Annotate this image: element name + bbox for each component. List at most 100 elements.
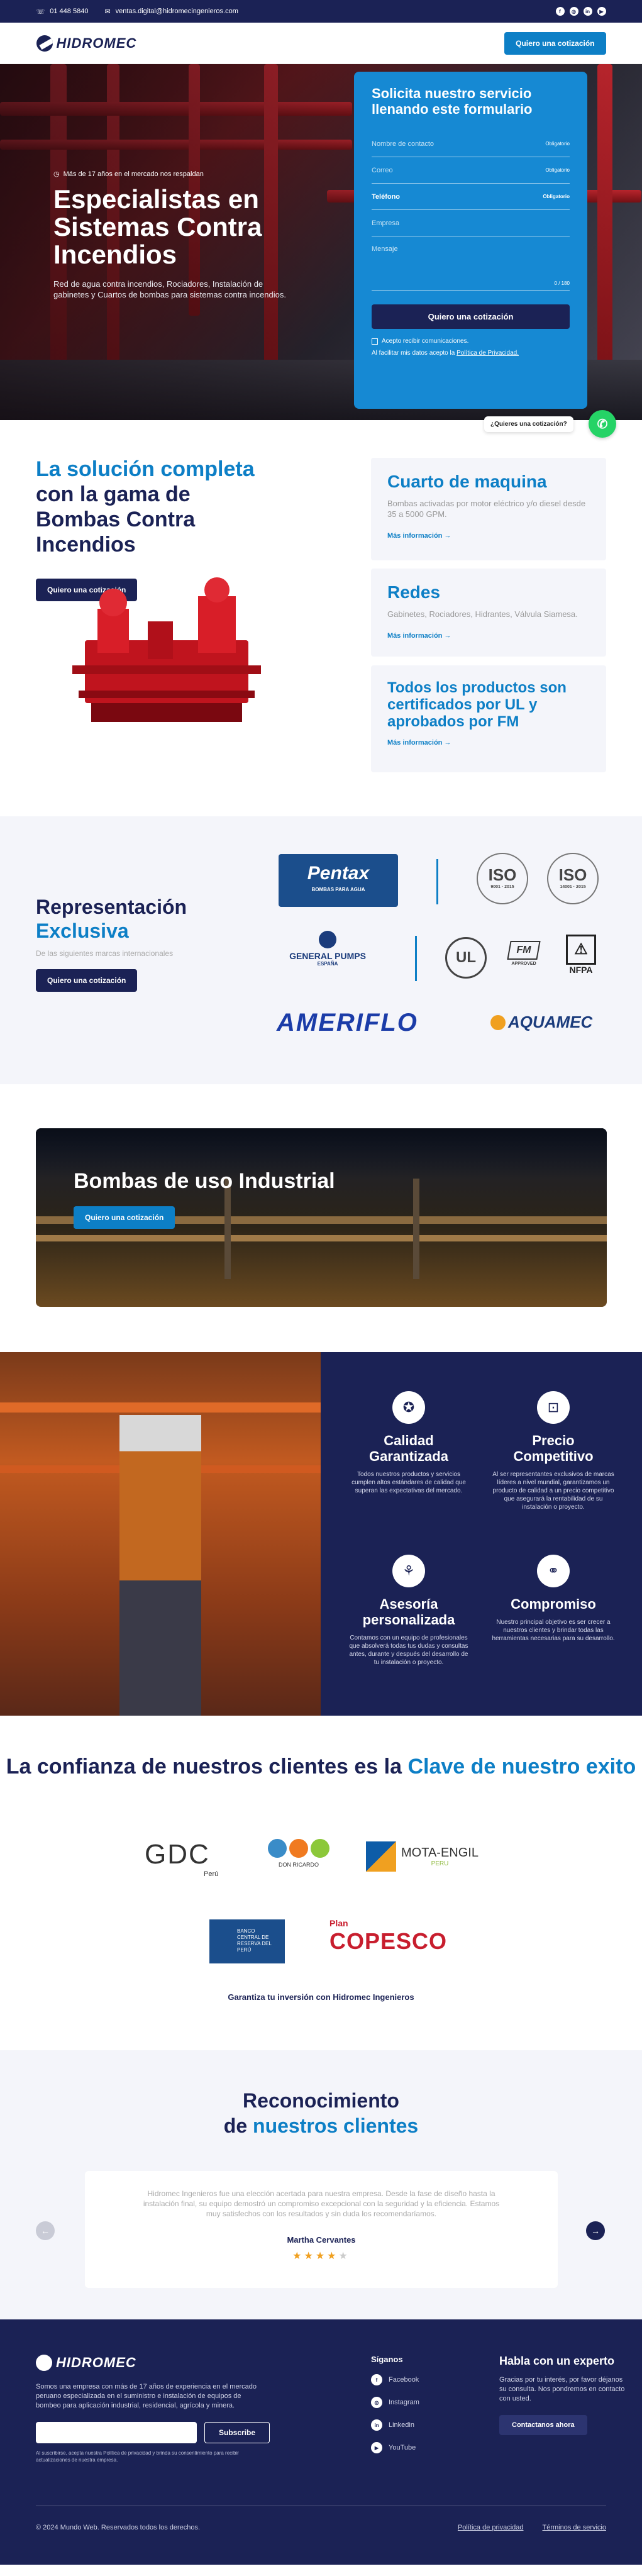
hero-subtitle: Red de agua contra incendios, Rociadores… xyxy=(53,279,286,299)
solutions-section: La solución completa con la gama de Bomb… xyxy=(0,420,642,816)
divider xyxy=(415,936,417,981)
phone-field[interactable]: Teléfono Obligatorio xyxy=(372,184,570,210)
representation-quote-button[interactable]: Quiero una cotización xyxy=(36,969,138,992)
message-field[interactable]: Mensaje 0 / 180 xyxy=(372,236,570,291)
card-networks: Redes Gabinetes, Rociadores, Hidrantes, … xyxy=(371,569,606,657)
footer: HIDROMEC Somos una empresa con más de 17… xyxy=(0,2319,642,2565)
newsletter-email-input[interactable] xyxy=(36,2422,197,2443)
solutions-title-rest: con la gama de Bombas Contra Incendios xyxy=(36,482,196,557)
testimonials-section: Reconocimiento de nuestros clientes ← Hi… xyxy=(0,2050,642,2319)
instagram-icon[interactable]: ◎ xyxy=(569,7,578,16)
header: HIDROMEC Quiero una cotización xyxy=(0,23,642,64)
copesco-logo: Plan COPESCO xyxy=(329,1918,447,1955)
more-info-link[interactable]: Más información → xyxy=(387,739,451,747)
name-field[interactable]: Nombre de contacto Obligatorio xyxy=(372,131,570,157)
consent-checkbox[interactable]: Acepto recibir comunicaciones. xyxy=(372,338,570,345)
bcrp-logo: BANCO CENTRAL DE RESERVA DEL PERÚ xyxy=(209,1919,285,1963)
more-info-link[interactable]: Más información → xyxy=(387,532,451,540)
youtube-icon[interactable]: ▶ xyxy=(597,7,606,16)
footer-logo[interactable]: HIDROMEC xyxy=(36,2355,270,2371)
general-pumps-logo-text: GENERAL PUMPS xyxy=(289,951,366,961)
feature-title: Precio Competitivo xyxy=(513,1433,594,1464)
footer-cta-title: Habla con un experto xyxy=(499,2355,615,2367)
facebook-icon[interactable]: f xyxy=(555,7,565,16)
privacy-policy-link[interactable]: Política de privacidad xyxy=(458,2524,524,2531)
linkedin-icon: in xyxy=(371,2419,382,2431)
topbar: ☏ 01 448 5840 ✉ ventas.digital@hidromeci… xyxy=(0,0,642,23)
copesco-logo-text: COPESCO xyxy=(329,1928,448,1954)
carousel-next-button[interactable]: → xyxy=(586,2221,605,2240)
feature-desc: Todos nuestros productos y servicios cum… xyxy=(351,1471,466,1494)
feature-quality: ✪ Calidad Garantizada Todos nuestros pro… xyxy=(346,1391,472,1495)
char-counter: 0 / 180 xyxy=(554,280,570,286)
email-text: ventas.digital@hidromecingenieros.com xyxy=(115,8,238,15)
feature-title: Asesoría personalizada xyxy=(362,1596,455,1628)
social-label: Linkedin xyxy=(389,2421,414,2429)
social-label: YouTube xyxy=(389,2444,416,2451)
handshake-icon: ⚘ xyxy=(392,1555,425,1587)
divider xyxy=(436,859,438,904)
card-title: Cuarto de maquina xyxy=(387,472,547,491)
industrial-quote-button[interactable]: Quiero una cotización xyxy=(74,1206,175,1229)
feature-price: ⊡ Precio Competitivo Al ser representant… xyxy=(490,1391,616,1511)
pump-system-image xyxy=(72,577,261,722)
phone-field-label: Teléfono xyxy=(372,192,401,201)
privacy-note-text: Al facilitar mis datos acepto la xyxy=(372,350,457,357)
fm-approved-logo: FM APPROVED xyxy=(502,941,546,976)
whatsapp-icon[interactable]: ✆ xyxy=(589,410,616,438)
card-title: Todos los productos son certificados por… xyxy=(387,679,567,730)
iso-9001-seal-text: ISO xyxy=(488,865,517,884)
mota-engil-logo: MOTA-ENGIL PERU xyxy=(366,1841,479,1872)
feature-title: Calidad Garantizada xyxy=(369,1433,448,1464)
testimonials-title: Reconocimiento de nuestros clientes xyxy=(0,2088,642,2138)
more-info-link[interactable]: Más información → xyxy=(387,632,451,640)
iso-14001-seal-text: ISO xyxy=(558,865,587,884)
subscribe-button[interactable]: Subscribe xyxy=(204,2422,270,2443)
feature-desc: Nuestro principal objetivo es ser crecer… xyxy=(492,1619,615,1642)
checkbox-icon[interactable] xyxy=(372,338,378,345)
privacy-link[interactable]: Política de Privacidad. xyxy=(457,350,519,357)
nfpa-logo-text: NFPA xyxy=(569,965,593,975)
aquamec-logo: AQUAMEC xyxy=(490,1013,592,1032)
company-field-label: Empresa xyxy=(372,219,400,227)
topbar-email[interactable]: ✉ ventas.digital@hidromecingenieros.com xyxy=(104,8,238,16)
form-submit-button[interactable]: Quiero una cotización xyxy=(372,304,570,329)
logo[interactable]: HIDROMEC xyxy=(36,35,137,52)
general-pumps-logo: GENERAL PUMPS ESPAÑA xyxy=(279,931,377,967)
whatsapp-bubble[interactable]: ¿Quieres una cotización? xyxy=(484,416,573,432)
terms-link[interactable]: Términos de servicio xyxy=(543,2524,606,2531)
header-quote-button[interactable]: Quiero una cotización xyxy=(504,31,606,55)
iso-14001-seal-subtext: 14001 · 2015 xyxy=(560,885,586,889)
footer-bottom: © 2024 Mundo Web. Reservados todos los d… xyxy=(36,2506,606,2531)
don-ricardo-logo-text: DON RICARDO xyxy=(278,1862,319,1868)
star-icon: ★ xyxy=(338,2251,350,2262)
footer-instagram-link[interactable]: ◎ Instagram xyxy=(371,2397,419,2408)
mail-icon: ✉ xyxy=(104,8,111,16)
email-field[interactable]: Correo Obligatorio xyxy=(372,157,570,184)
topbar-phone[interactable]: ☏ 01 448 5840 xyxy=(36,8,89,16)
representation-title-highlight: Exclusiva xyxy=(36,919,129,942)
card-desc: Bombas activadas por motor eléctrico y/o… xyxy=(387,499,586,519)
mota-engil-logo-text: MOTA-ENGIL xyxy=(401,1846,479,1860)
footer-facebook-link[interactable]: f Facebook xyxy=(371,2374,419,2385)
solutions-title-highlight: La solución completa xyxy=(36,457,255,481)
testimonial-text: Hidromec Ingenieros fue una elección ace… xyxy=(143,2189,500,2218)
company-field[interactable]: Empresa xyxy=(372,210,570,236)
youtube-icon: ▶ xyxy=(371,2442,382,2453)
footer-cta-text: Gracias por tu interés, por favor déjano… xyxy=(499,2376,625,2402)
clients-footer-text: Garantiza tu inversión con Hidromec Inge… xyxy=(228,1992,414,2002)
contact-now-button[interactable]: Contactanos ahora xyxy=(499,2415,587,2435)
testimonials-title-pre: de xyxy=(223,2114,248,2137)
testimonials-title-highlight: nuestros clientes xyxy=(253,2114,419,2137)
don-ricardo-logo: DON RICARDO xyxy=(264,1839,333,1868)
feature-commitment: ⚭ Compromiso Nuestro principal objetivo … xyxy=(490,1555,616,1643)
footer-logo-text: HIDROMEC xyxy=(56,2355,136,2370)
social-label: Facebook xyxy=(389,2376,419,2384)
instagram-icon: ◎ xyxy=(371,2397,382,2408)
footer-youtube-link[interactable]: ▶ YouTube xyxy=(371,2442,419,2453)
industrial-section: Bombas de uso Industrial Quiero una coti… xyxy=(0,1084,642,1352)
carousel-prev-button[interactable]: ← xyxy=(36,2221,55,2240)
linkedin-icon[interactable]: in xyxy=(583,7,592,16)
footer-linkedin-link[interactable]: in Linkedin xyxy=(371,2419,419,2431)
aquamec-logo-text: AQUAMEC xyxy=(508,1013,593,1031)
